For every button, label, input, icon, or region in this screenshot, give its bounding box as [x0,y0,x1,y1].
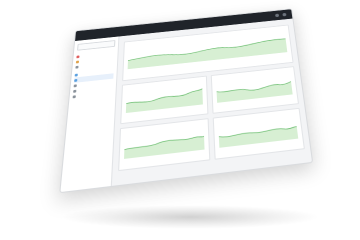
folder-icon [72,94,76,98]
status-icon [75,65,79,69]
chart-panel [120,75,209,125]
topbar-actions [275,12,287,18]
sidebar [60,36,120,193]
status-icon [76,55,80,58]
app-window [59,8,314,194]
area-fill [218,126,299,148]
notification-icon[interactable] [275,13,280,18]
sidebar-search-input[interactable] [77,40,116,51]
chart-grid [118,66,305,172]
folder-icon [73,83,77,87]
chart-panel [212,107,305,160]
area-chart [124,124,205,159]
dashboard-main [112,19,312,186]
status-icon [75,60,80,64]
folder-icon [73,89,77,93]
user-avatar[interactable] [282,12,287,17]
area-fill [127,38,288,70]
app-body [60,19,312,193]
device-shadow [60,205,320,229]
chart-panel [118,118,211,172]
area-chart [125,81,203,114]
folder-icon [74,73,78,77]
area-chart [127,29,288,70]
area-chart [218,113,299,148]
folder-icon [74,78,78,82]
area-chart [216,71,293,103]
chart-panel [210,66,300,114]
